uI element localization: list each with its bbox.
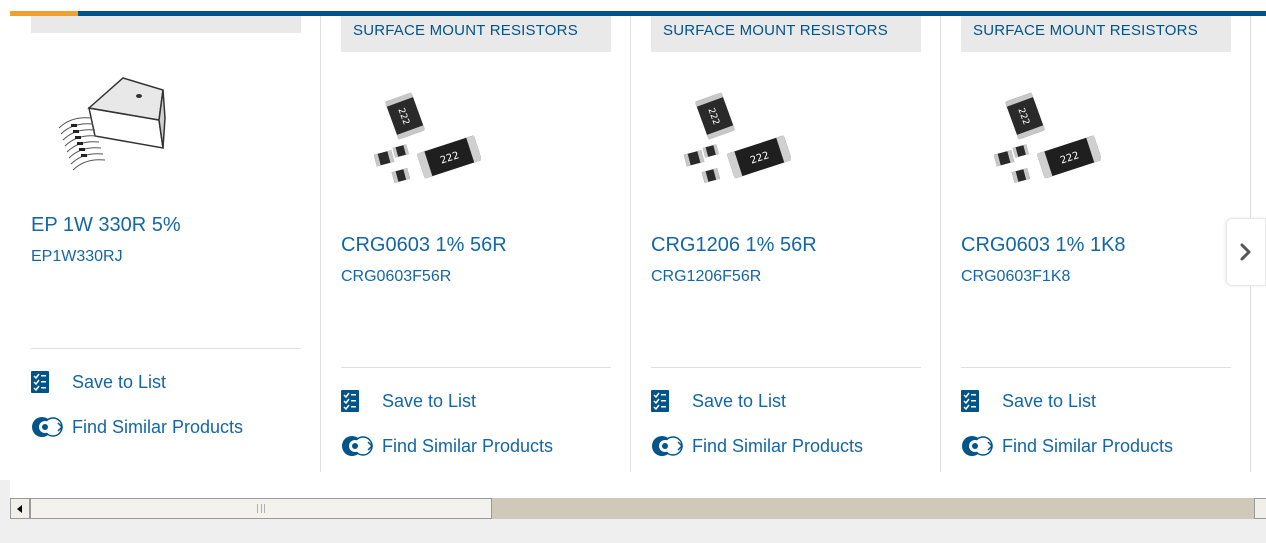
checklist-icon: [961, 390, 979, 412]
product-code-link[interactable]: EP1W330RJ: [31, 248, 123, 266]
category-tab[interactable]: SURFACE MOUNT RESISTORS: [961, 16, 1231, 52]
smd-resistor-image[interactable]: 222 222: [361, 88, 482, 188]
horizontal-scrollbar[interactable]: [10, 498, 1266, 519]
checklist-icon: [651, 390, 669, 412]
find-similar-label: Find Similar Products: [72, 416, 244, 437]
card-divider: [961, 367, 1231, 368]
save-to-list-label: Save to List: [382, 390, 477, 411]
save-to-list-button[interactable]: Save to List: [31, 371, 166, 393]
left-bottom-area: [0, 480, 10, 543]
product-code-link[interactable]: CRG0603F56R: [341, 268, 451, 286]
save-to-list-label: Save to List: [72, 371, 167, 392]
find-similar-products-button[interactable]: Find Similar Products: [651, 435, 863, 457]
product-name-link[interactable]: EP 1W 330R 5%: [31, 214, 181, 237]
page-bottom-area: [10, 519, 1266, 543]
scrollbar-thumb[interactable]: [30, 498, 492, 519]
card-divider: [651, 367, 921, 368]
product-name-link[interactable]: CRG0603 1% 56R: [341, 234, 507, 257]
checklist-icon: [31, 371, 49, 393]
scrollbar-grip: [257, 504, 265, 513]
product-card: SURFACE MOUNT RESISTORS 222 222: [341, 16, 611, 472]
chevron-right-icon: [1240, 243, 1251, 261]
similar-products-icon: [32, 417, 64, 437]
checklist-icon: [341, 390, 359, 412]
category-tab[interactable]: SURFACE MOUNT RESISTORS: [651, 16, 921, 52]
smd-resistor-image[interactable]: 222 222: [671, 88, 792, 188]
left-gutter: [0, 0, 10, 543]
category-tab[interactable]: SURFACE MOUNT RESISTORS: [341, 16, 611, 52]
find-similar-label: Find Similar Products: [1002, 435, 1174, 456]
save-to-list-label: Save to List: [1002, 390, 1097, 411]
product-carousel: EP 1W 330R 5% EP1W330RJ Save to List Fin…: [10, 16, 1266, 472]
card-separator: [940, 16, 941, 472]
product-code-link[interactable]: CRG0603F1K8: [961, 268, 1070, 286]
triangle-left-icon: [17, 504, 22, 513]
product-card: SURFACE MOUNT RESISTORS 222 222: [961, 16, 1231, 472]
scroll-right-button[interactable]: [1254, 498, 1266, 519]
card-divider: [341, 367, 611, 368]
card-separator: [320, 16, 321, 472]
similar-products-icon: [652, 436, 684, 456]
product-card: SURFACE MOUNT RESISTORS 222 222: [651, 16, 921, 472]
find-similar-label: Find Similar Products: [692, 435, 864, 456]
save-to-list-button[interactable]: Save to List: [961, 390, 1096, 412]
save-to-list-button[interactable]: Save to List: [651, 390, 786, 412]
product-name-link[interactable]: CRG0603 1% 1K8: [961, 234, 1126, 257]
product-name-link[interactable]: CRG1206 1% 56R: [651, 234, 817, 257]
find-similar-products-button[interactable]: Find Similar Products: [341, 435, 553, 457]
save-to-list-button[interactable]: Save to List: [341, 390, 476, 412]
similar-products-icon: [342, 436, 374, 456]
carousel-next-button[interactable]: [1226, 218, 1266, 286]
save-to-list-label: Save to List: [692, 390, 787, 411]
find-similar-products-button[interactable]: Find Similar Products: [31, 416, 243, 438]
ammo-pack-resistor-image[interactable]: [51, 68, 171, 178]
scroll-left-button[interactable]: [10, 498, 30, 519]
similar-products-icon: [962, 436, 994, 456]
card-separator: [630, 16, 631, 472]
find-similar-label: Find Similar Products: [382, 435, 554, 456]
product-code-link[interactable]: CRG1206F56R: [651, 268, 761, 286]
product-card: EP 1W 330R 5% EP1W330RJ Save to List Fin…: [31, 16, 301, 472]
find-similar-products-button[interactable]: Find Similar Products: [961, 435, 1173, 457]
smd-resistor-image[interactable]: 222 222: [981, 88, 1102, 188]
card-divider: [31, 348, 301, 349]
